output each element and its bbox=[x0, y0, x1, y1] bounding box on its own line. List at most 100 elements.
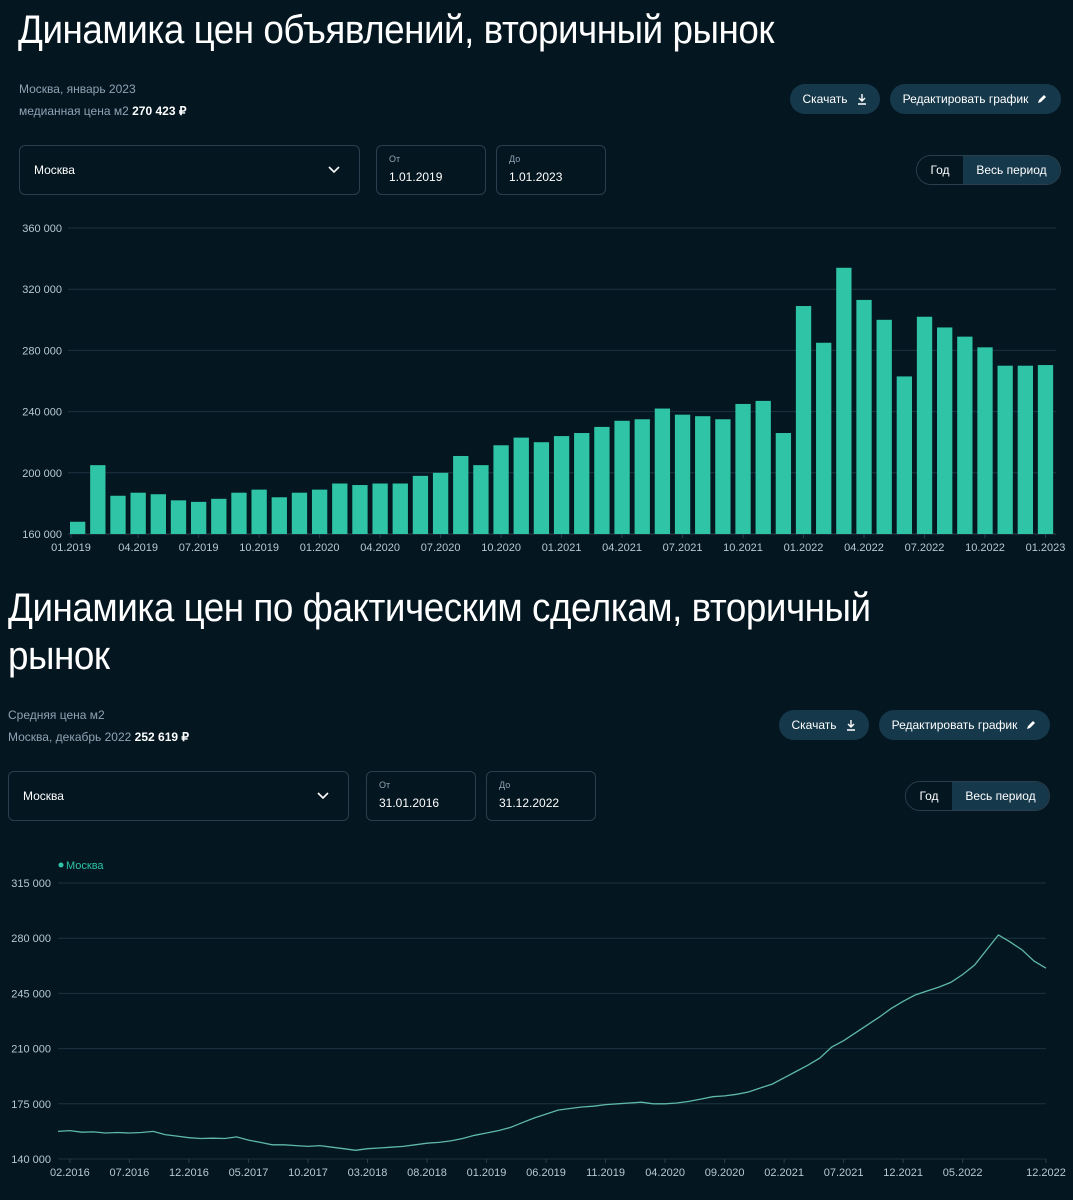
x-tick-label: 05.2017 bbox=[229, 1167, 269, 1179]
x-tick-label: 12.2016 bbox=[169, 1167, 209, 1179]
bar bbox=[332, 483, 348, 534]
bar bbox=[614, 420, 630, 534]
region-select-value: Москва bbox=[34, 163, 75, 177]
chart1-region-date: Москва, январь 2023 bbox=[19, 82, 136, 96]
y-tick-label: 245 000 bbox=[11, 988, 51, 1000]
region-select[interactable]: Москва bbox=[19, 145, 360, 195]
bar bbox=[876, 319, 892, 534]
bar-chart: 160 000 200 000 240 000 280 000 320 000 360 0… bbox=[22, 223, 1066, 554]
date-to-field[interactable]: До 1.01.2023 bbox=[496, 145, 606, 195]
toggle-year[interactable]: Год bbox=[917, 156, 963, 184]
date-to-value: 1.01.2023 bbox=[509, 170, 563, 184]
x-tick-label: 10.2021 bbox=[723, 542, 763, 554]
toggle-all-period[interactable]: Весь период bbox=[963, 156, 1060, 184]
x-tick-label: 02.2021 bbox=[764, 1167, 804, 1179]
y-tick-label: 160 000 bbox=[22, 529, 62, 541]
x-tick-label: 12.2022 bbox=[1026, 1167, 1066, 1179]
x-tick-label: 08.2018 bbox=[407, 1167, 447, 1179]
chart1-median-price: медианная цена м2 270 423 ₽ bbox=[19, 104, 186, 118]
x-tick-label: 07.2020 bbox=[421, 542, 461, 554]
toggle-year-2[interactable]: Год bbox=[906, 782, 952, 810]
line-chart: 140 000 175 000 210 000 245 000 280 000 315 0… bbox=[11, 860, 1066, 1179]
x-tick-label: 07.2016 bbox=[110, 1167, 150, 1179]
bar bbox=[251, 489, 267, 534]
bar bbox=[392, 483, 408, 534]
bar bbox=[795, 306, 812, 534]
y-tick-label: 140 000 bbox=[11, 1154, 51, 1166]
legend-dot bbox=[58, 862, 64, 868]
x-tick-label: 04.2020 bbox=[360, 542, 400, 554]
x-tick-label: 01.2022 bbox=[784, 542, 824, 554]
bar bbox=[90, 465, 106, 534]
bar bbox=[916, 316, 933, 534]
bar bbox=[211, 498, 227, 534]
bar bbox=[533, 442, 550, 534]
avg-price-value: 252 619 ₽ bbox=[134, 730, 190, 744]
download-button[interactable]: Скачать bbox=[790, 84, 880, 114]
x-tick-label: 07.2019 bbox=[179, 542, 219, 554]
avg-price-region: Москва, декабрь 2022 bbox=[8, 730, 132, 744]
bar bbox=[190, 501, 207, 534]
edit-chart-button-2[interactable]: Редактировать график bbox=[879, 710, 1050, 740]
x-tick-label: 04.2022 bbox=[844, 542, 884, 554]
bar bbox=[574, 433, 590, 534]
bar bbox=[150, 494, 166, 534]
chevron-down-icon bbox=[317, 792, 329, 800]
x-tick-label: 07.2021 bbox=[824, 1167, 864, 1179]
download-button-2[interactable]: Скачать bbox=[779, 710, 869, 740]
bar bbox=[896, 376, 913, 534]
bar bbox=[937, 327, 953, 534]
bar bbox=[130, 492, 146, 534]
x-tick-label: 04.2020 bbox=[645, 1167, 685, 1179]
x-tick-label: 05.2022 bbox=[943, 1167, 983, 1179]
bar bbox=[634, 419, 650, 534]
x-tick-label: 01.2023 bbox=[1026, 542, 1066, 554]
download-label: Скачать bbox=[802, 92, 848, 106]
bar bbox=[695, 416, 711, 534]
x-tick-label: 01.2021 bbox=[542, 542, 582, 554]
x-tick-label: 07.2021 bbox=[663, 542, 703, 554]
bar bbox=[170, 500, 187, 534]
x-tick-label: 10.2022 bbox=[965, 542, 1005, 554]
bar bbox=[997, 365, 1013, 534]
x-tick-label: 02.2016 bbox=[50, 1167, 90, 1179]
y-tick-label: 320 000 bbox=[22, 284, 62, 296]
chart2-avg-price-label: Средняя цена м2 bbox=[8, 708, 105, 722]
edit-chart-button[interactable]: Редактировать график bbox=[890, 84, 1061, 114]
edit-chart-label-2: Редактировать график bbox=[891, 718, 1018, 732]
toggle-all-period-2[interactable]: Весь период bbox=[952, 782, 1049, 810]
region-select-2[interactable]: Москва bbox=[8, 771, 349, 821]
date-to-field-2[interactable]: До 31.12.2022 bbox=[486, 771, 596, 821]
bar bbox=[816, 342, 832, 534]
date-from-field[interactable]: От 1.01.2019 bbox=[376, 145, 486, 195]
date-from-label-2: От bbox=[379, 780, 391, 790]
y-tick-label: 240 000 bbox=[22, 407, 62, 419]
bar bbox=[836, 267, 852, 534]
bar bbox=[493, 445, 509, 534]
bar bbox=[553, 436, 570, 534]
x-tick-label: 09.2020 bbox=[705, 1167, 745, 1179]
x-tick-label: 10.2019 bbox=[239, 542, 279, 554]
x-tick-label: 07.2022 bbox=[905, 542, 945, 554]
y-tick-label: 280 000 bbox=[11, 933, 51, 945]
bar bbox=[1017, 365, 1033, 534]
x-tick-label: 11.2019 bbox=[586, 1167, 625, 1179]
date-from-field-2[interactable]: От 31.01.2016 bbox=[366, 771, 476, 821]
bar bbox=[513, 437, 529, 534]
x-tick-label: 03.2018 bbox=[348, 1167, 388, 1179]
x-tick-label: 01.2019 bbox=[51, 542, 91, 554]
y-tick-label: 175 000 bbox=[11, 1099, 51, 1111]
legend-label: Москва bbox=[66, 860, 104, 872]
bar bbox=[70, 521, 86, 534]
bar bbox=[110, 495, 126, 534]
bar bbox=[453, 455, 469, 534]
bar bbox=[674, 414, 691, 534]
bar bbox=[977, 347, 993, 534]
y-tick-label: 200 000 bbox=[22, 468, 62, 480]
region-select-value-2: Москва bbox=[23, 789, 64, 803]
chart2-title-line2: рынок bbox=[8, 634, 110, 678]
download-label-2: Скачать bbox=[791, 718, 837, 732]
chart1-title: Динамика цен объявлений, вторичный рынок bbox=[18, 8, 774, 52]
bar bbox=[372, 483, 388, 534]
x-tick-label: 10.2017 bbox=[288, 1167, 328, 1179]
